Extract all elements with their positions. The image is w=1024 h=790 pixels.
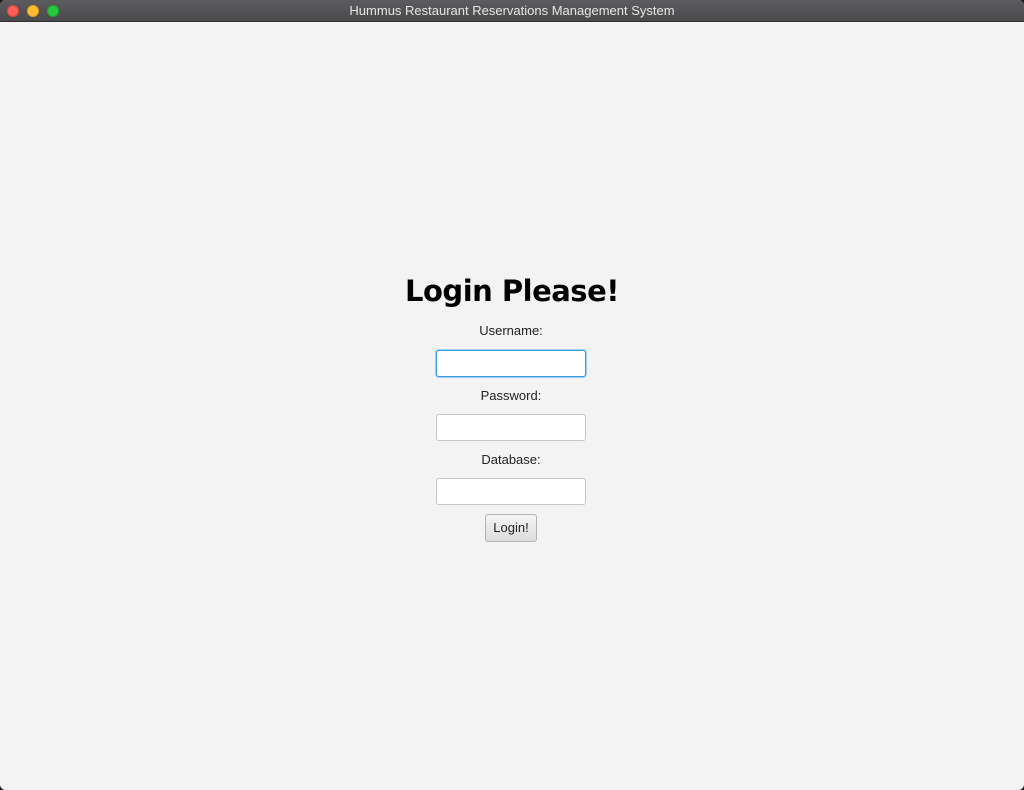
- title-bar[interactable]: Hummus Restaurant Reservations Managemen…: [0, 0, 1024, 22]
- password-label: Password:: [480, 388, 542, 403]
- login-panel: Login Please! Username: Password: Databa…: [0, 22, 1024, 790]
- username-label: Username:: [479, 323, 543, 338]
- username-field[interactable]: [436, 350, 586, 377]
- app-window: Hummus Restaurant Reservations Managemen…: [0, 0, 1024, 790]
- page-title: Login Please!: [405, 274, 619, 308]
- database-field[interactable]: [436, 478, 586, 505]
- login-button[interactable]: Login!: [485, 514, 537, 542]
- database-label: Database:: [481, 452, 541, 467]
- password-field[interactable]: [436, 414, 586, 441]
- window-title: Hummus Restaurant Reservations Managemen…: [349, 3, 675, 18]
